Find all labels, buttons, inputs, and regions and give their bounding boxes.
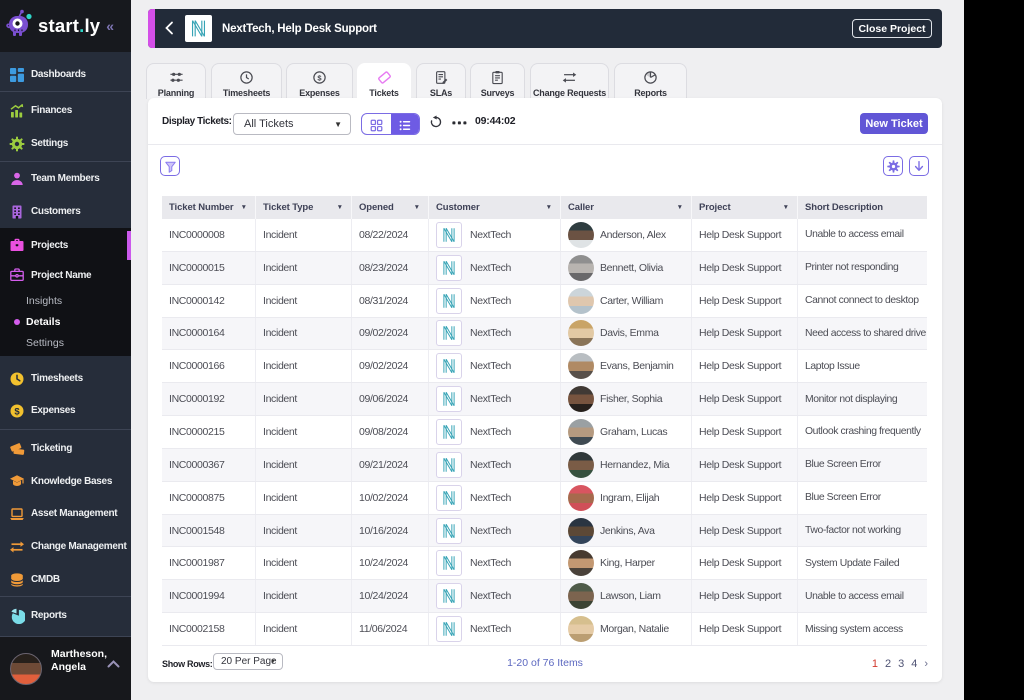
svg-text:$: $: [317, 73, 322, 82]
svg-text:$: $: [14, 406, 20, 417]
